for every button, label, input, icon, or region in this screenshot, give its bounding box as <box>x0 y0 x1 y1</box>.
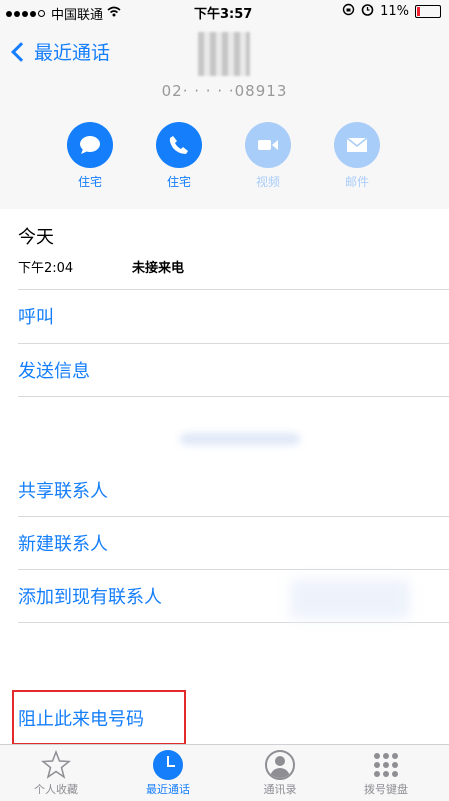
tab-label: 个人收藏 <box>34 783 78 796</box>
new-contact-action[interactable]: 新建联系人 <box>18 530 108 556</box>
share-contact-action[interactable]: 共享联系人 <box>18 477 108 503</box>
call-time: 下午2:04 <box>18 261 74 276</box>
add-to-existing-contact-action[interactable]: 添加到现有联系人 <box>18 583 162 609</box>
action-label: 视频 <box>255 175 280 189</box>
battery-percent: 11% <box>380 4 409 19</box>
tab-label: 最近通话 <box>146 783 190 796</box>
tab-favorites[interactable]: 个人收藏 <box>16 749 96 797</box>
battery-icon <box>415 5 441 18</box>
mail-icon <box>334 122 380 168</box>
action-label: 住宅 <box>166 175 191 189</box>
divider <box>18 396 449 397</box>
phone-icon <box>156 122 202 168</box>
back-label: 最近通话 <box>34 42 111 64</box>
rotation-lock-icon <box>342 3 355 20</box>
status-bar: 中国联通 下午3:57 11% <box>0 0 449 24</box>
mail-button[interactable]: 邮件 <box>327 122 387 190</box>
divider <box>18 569 449 570</box>
highlight-box <box>12 690 186 745</box>
signal-icon <box>6 6 47 21</box>
clock-icon <box>153 750 183 780</box>
video-icon <box>245 122 291 168</box>
alarm-icon <box>361 3 374 20</box>
avatar <box>198 32 250 76</box>
action-label: 邮件 <box>344 175 369 189</box>
blurred-text <box>180 433 300 445</box>
status-time: 下午3:57 <box>194 7 253 22</box>
blurred-region <box>290 579 410 619</box>
contact-header: 最近通话 02· · · · ·08913 住宅 住宅 视频 邮件 <box>0 24 449 209</box>
call-type: 未接来电 <box>132 261 185 276</box>
back-button[interactable]: 最近通话 <box>8 38 110 65</box>
message-icon <box>67 122 113 168</box>
divider <box>18 289 449 290</box>
call-action[interactable]: 呼叫 <box>18 303 54 329</box>
message-button[interactable]: 住宅 <box>60 122 120 190</box>
divider <box>18 622 449 623</box>
tab-recents[interactable]: 最近通话 <box>128 749 208 797</box>
wifi-icon <box>107 6 121 21</box>
divider <box>18 516 449 517</box>
call-day: 今天 <box>18 227 54 248</box>
star-icon <box>16 749 96 781</box>
action-label: 住宅 <box>77 175 102 189</box>
video-button[interactable]: 视频 <box>238 122 298 190</box>
carrier-label: 中国联通 <box>51 8 104 23</box>
tab-label: 拨号键盘 <box>364 783 408 796</box>
divider <box>18 343 449 344</box>
phone-number: 02· · · · ·08913 <box>161 82 288 100</box>
call-button[interactable]: 住宅 <box>149 122 209 190</box>
chevron-left-icon <box>11 41 31 62</box>
send-message-action[interactable]: 发送信息 <box>18 357 90 383</box>
